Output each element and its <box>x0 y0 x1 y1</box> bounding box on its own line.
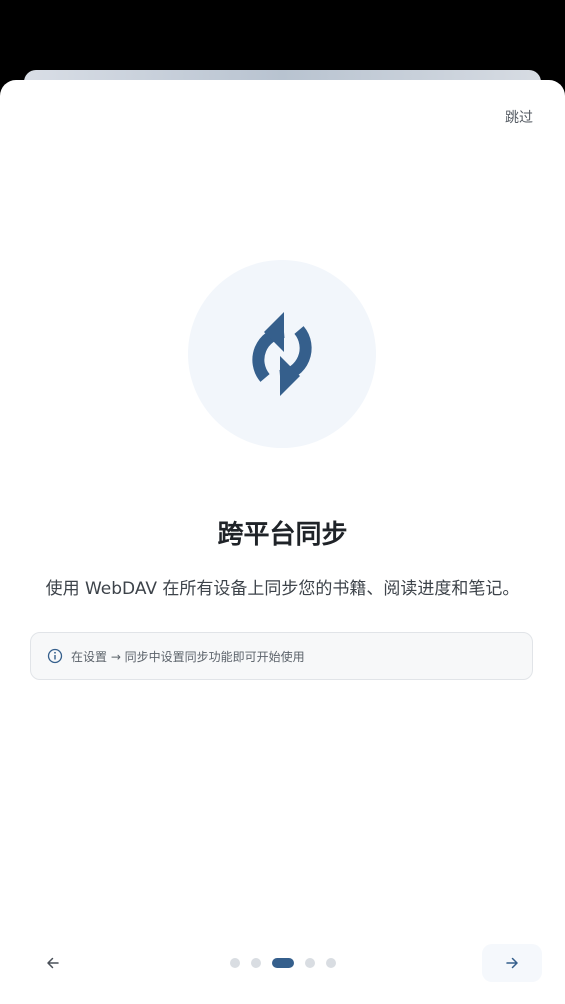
page-dot-2[interactable] <box>251 958 261 968</box>
next-button[interactable] <box>482 944 542 982</box>
hero-icon-circle <box>188 260 376 448</box>
back-button[interactable] <box>36 946 70 980</box>
tip-text: 在设置 → 同步中设置同步功能即可开始使用 <box>71 649 305 664</box>
tip-box: 在设置 → 同步中设置同步功能即可开始使用 <box>30 632 533 680</box>
page-dot-5[interactable] <box>326 958 336 968</box>
skip-button[interactable]: 跳过 <box>505 108 533 128</box>
arrow-right-icon <box>506 957 518 969</box>
page-description: 使用 WebDAV 在所有设备上同步您的书籍、阅读进度和笔记。 <box>45 579 520 599</box>
sync-icon <box>252 312 312 396</box>
info-icon <box>47 648 63 664</box>
arrow-left-icon <box>47 957 59 969</box>
onboarding-sheet: 跳过 跨平台同步 使用 WebDAV 在所有设备上同步您的书籍、阅读进度和笔记。… <box>0 80 565 1004</box>
page-dot-3-active[interactable] <box>272 958 294 968</box>
page-dot-1[interactable] <box>230 958 240 968</box>
page-indicator <box>230 958 336 968</box>
page-dot-4[interactable] <box>305 958 315 968</box>
page-title: 跨平台同步 <box>217 520 348 550</box>
